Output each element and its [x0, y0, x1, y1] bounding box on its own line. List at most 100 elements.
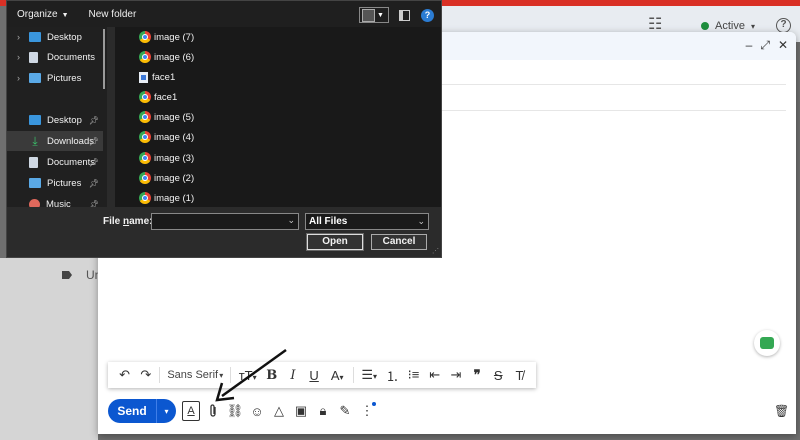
italic-icon[interactable]: I — [282, 368, 303, 383]
file-name: image (7) — [154, 31, 195, 43]
filter-settings-icon[interactable]: ☷ — [648, 14, 662, 34]
file-name-label: File name: — [103, 216, 153, 227]
list-item[interactable]: image (6) — [139, 47, 194, 67]
file-name: image (1) — [154, 192, 195, 204]
view-grid-icon — [362, 8, 375, 22]
help-icon[interactable]: ? — [421, 9, 434, 22]
organize-menu[interactable]: Organize ▼ — [7, 9, 79, 20]
discard-draft-icon[interactable]: 🗑︎ — [774, 404, 789, 418]
indent-more-icon[interactable]: ⇥ — [445, 367, 466, 383]
pin-icon: 📌︎ — [88, 136, 99, 146]
indent-less-icon[interactable]: ⇤ — [424, 367, 445, 383]
nav-item-documents[interactable]: › Documents — [7, 47, 103, 67]
left-sidebar — [0, 258, 98, 440]
open-button[interactable]: Open — [306, 233, 364, 251]
chevron-down-icon: ⌄ — [417, 216, 425, 226]
pin-icon: 📌︎ — [88, 157, 99, 167]
divider — [230, 367, 232, 383]
chrome-icon — [139, 111, 151, 123]
chevron-right-icon: › — [17, 32, 20, 42]
active-status[interactable]: Active ▾ — [701, 20, 755, 32]
nav-item-label: Documents — [47, 156, 96, 168]
change-view-button[interactable]: ▼ — [359, 7, 389, 23]
documents-icon — [29, 51, 38, 63]
preview-pane-icon[interactable] — [399, 10, 410, 21]
bold-icon[interactable]: B — [261, 368, 282, 383]
divider — [352, 367, 354, 383]
remove-formatting-icon[interactable]: T̸ — [509, 368, 530, 383]
list-item[interactable]: image (7) — [139, 27, 194, 47]
chevron-down-icon: ▼ — [61, 11, 69, 19]
chevron-down-icon[interactable]: ⌄ — [287, 215, 295, 226]
resize-grip-icon[interactable]: ⋰ — [432, 247, 439, 255]
list-item[interactable]: image (3) — [139, 148, 194, 168]
list-item[interactable]: image (4) — [139, 127, 194, 147]
chrome-icon — [139, 51, 151, 63]
nav-item-desktop-quick[interactable]: Desktop 📌︎ — [7, 110, 103, 130]
pin-icon: 📌︎ — [88, 199, 99, 208]
nav-item-label: Pictures — [47, 72, 82, 84]
more-options-icon[interactable]: ⋮ — [358, 400, 376, 422]
bulleted-list-icon[interactable]: ⁝≡ — [403, 367, 424, 383]
sidebar-label[interactable]: Un — [62, 268, 101, 282]
numbered-list-icon[interactable]: ⒈ — [382, 366, 403, 385]
quote-icon[interactable]: ❞ — [466, 367, 487, 383]
confidential-mode-icon[interactable]: 🔒︎ — [314, 400, 332, 422]
list-item[interactable]: face1 — [139, 67, 175, 87]
text-color-icon[interactable]: A▾ — [325, 368, 350, 383]
organize-label: Organize — [17, 8, 58, 20]
file-name-input[interactable]: ⌄ — [151, 213, 299, 230]
chevron-right-icon: › — [17, 52, 20, 62]
emoji-icon[interactable]: ☺ — [248, 400, 266, 422]
help-icon[interactable]: ? — [776, 18, 791, 33]
signature-icon[interactable]: ✎ — [336, 400, 354, 422]
list-item[interactable]: image (5) — [139, 107, 194, 127]
documents-icon — [29, 156, 38, 168]
file-type-select[interactable]: All Files ⌄ — [305, 213, 429, 230]
chrome-icon — [139, 131, 151, 143]
insert-link-icon[interactable]: ⛓ — [226, 400, 244, 422]
file-list: image (7) image (6) face1 face1 image (5… — [115, 27, 441, 207]
list-item[interactable]: image (2) — [139, 168, 194, 188]
insert-photo-icon[interactable]: ▣ — [292, 400, 310, 422]
font-family-value: Sans Serif — [167, 369, 219, 381]
chevron-right-icon: › — [17, 73, 20, 83]
nav-item-pictures-quick[interactable]: Pictures 📌︎ — [7, 173, 103, 193]
nav-item-downloads[interactable]: ⤓ Downloads 📌︎ — [7, 131, 103, 151]
nav-item-label: Documents — [47, 51, 96, 63]
pop-out-icon[interactable]: ⤢ — [760, 38, 770, 53]
cancel-button[interactable]: Cancel — [371, 234, 427, 250]
chrome-icon — [139, 172, 151, 184]
redo-icon[interactable]: ↷ — [135, 367, 156, 383]
font-family-select[interactable]: Sans Serif ▾ — [163, 369, 227, 381]
nav-item-documents-quick[interactable]: Documents 📌︎ — [7, 152, 103, 172]
nav-item-pictures[interactable]: › Pictures — [7, 68, 103, 88]
attach-file-icon[interactable] — [204, 400, 222, 422]
chevron-down-icon: ▾ — [750, 21, 755, 31]
text-size-icon[interactable]: тT▾ — [234, 368, 261, 383]
music-icon — [29, 198, 40, 207]
active-dot-icon — [701, 22, 709, 30]
undo-icon[interactable]: ↶ — [114, 367, 135, 383]
list-item[interactable]: image (1) — [139, 188, 194, 207]
list-item[interactable]: face1 — [139, 87, 177, 107]
nav-item-music[interactable]: Music 📌︎ — [7, 194, 103, 207]
new-folder-button[interactable]: New folder — [79, 9, 147, 20]
file-name: face1 — [152, 71, 176, 83]
formatting-options-icon[interactable]: A — [182, 401, 200, 421]
minimize-icon[interactable]: – — [746, 38, 753, 53]
nav-scrollbar[interactable] — [103, 29, 105, 89]
extension-icon[interactable] — [754, 330, 780, 356]
desktop-icon — [29, 115, 41, 125]
send-options-button[interactable]: ▾ — [156, 399, 176, 423]
send-button[interactable]: Send — [108, 399, 156, 423]
align-icon[interactable]: ☰▾ — [357, 367, 382, 383]
drive-icon[interactable]: △ — [270, 400, 288, 422]
navigation-pane: › Desktop › Documents › Pictures Desktop… — [7, 27, 107, 207]
underline-icon[interactable]: U — [304, 368, 325, 383]
pictures-icon — [29, 178, 41, 188]
compose-actions: A ⛓ ☺ △ ▣ 🔒︎ ✎ ⋮ — [182, 400, 376, 422]
nav-item-desktop[interactable]: › Desktop — [7, 27, 103, 47]
strikethrough-icon[interactable]: S — [488, 368, 509, 383]
close-icon[interactable]: ✕ — [778, 38, 788, 53]
